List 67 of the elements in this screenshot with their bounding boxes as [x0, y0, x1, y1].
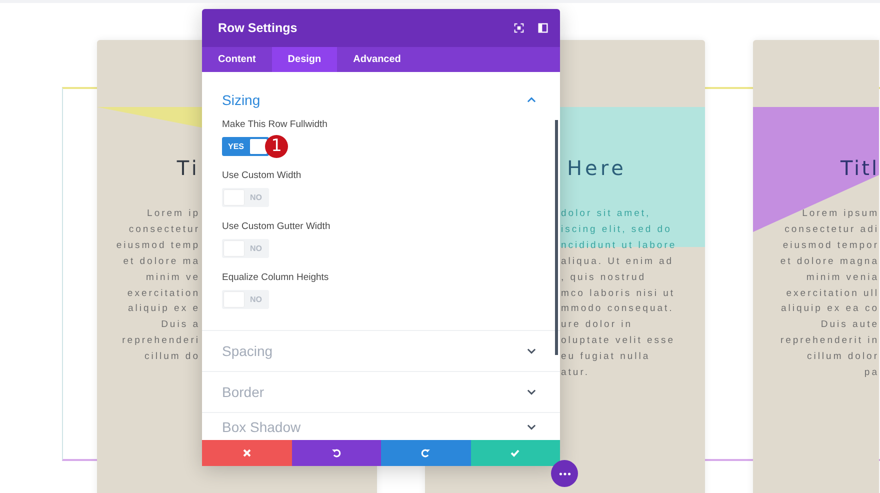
toggle-switch[interactable]: NO: [222, 239, 269, 258]
toggle-switch[interactable]: NO: [222, 290, 269, 309]
body-text-line: Lorem ipsum: [801, 207, 879, 221]
body-text-line: iscing elit, sed do: [561, 222, 673, 237]
chevron-down-icon: [527, 424, 536, 430]
body-text-line: mmodo consequat.: [561, 302, 675, 316]
card-title: Titl: [839, 155, 879, 182]
body-text-line: mco laboris nisi ut: [561, 286, 676, 301]
body-text-line: et dolore ma: [122, 254, 200, 269]
card-title: Ti: [176, 155, 200, 182]
setting-label: Make This Row Fullwidth: [222, 118, 328, 132]
body-text-line: Duis aute: [820, 318, 879, 332]
chevron-up-icon: [527, 97, 536, 103]
chevron-down-icon: [527, 389, 536, 395]
section-header[interactable]: Sizing: [202, 72, 560, 118]
section-header[interactable]: Spacing: [202, 331, 560, 371]
body-text-line: atur.: [561, 366, 590, 380]
body-text-line: consectetur adi: [784, 222, 879, 237]
redo-icon: [420, 448, 431, 458]
more-icon: [558, 472, 570, 476]
tab[interactable]: Advanced: [337, 47, 417, 72]
body-text-line: Lorem ip: [146, 207, 200, 221]
toggle-switch[interactable]: YES: [222, 137, 269, 156]
body-text-line: exercitation ull: [785, 286, 879, 301]
body-text-line: reprehenderi: [121, 334, 200, 348]
fullscreen-icon[interactable]: [514, 23, 524, 33]
body-text-line: minim venia: [805, 270, 879, 285]
body-text-line: aliqua. Ut enim ad: [561, 254, 675, 269]
discard-button[interactable]: [202, 440, 292, 466]
body-text-line: eu fugiat nulla: [561, 350, 652, 364]
body-text-line: pa: [863, 366, 879, 380]
setting-label: Use Custom Width: [222, 169, 302, 183]
scrollbar[interactable]: [555, 120, 558, 355]
chevron-down-icon: [527, 348, 536, 354]
check-icon: [510, 448, 520, 458]
redo-button[interactable]: [381, 440, 470, 466]
card-title: Here: [566, 155, 628, 182]
section-header[interactable]: Box Shadow: [202, 413, 560, 440]
body-text-line: ure dolor in: [561, 318, 634, 332]
body-text-line: ncididunt ut labore: [561, 238, 678, 253]
body-text-line: oluptate velit esse: [561, 334, 676, 348]
section-header[interactable]: Border: [202, 372, 560, 412]
body-text-line: et dolore magna: [779, 254, 879, 269]
body-text-line: aliquip ex e: [126, 302, 200, 316]
modal-title: Row Settings: [218, 21, 298, 35]
body-text-line: consectetur: [128, 222, 200, 237]
body-text-line: dolor sit amet,: [561, 207, 652, 221]
body-text-line: cillum dolor: [806, 350, 879, 364]
sidebar-icon[interactable]: [538, 23, 548, 33]
close-icon: [242, 448, 252, 458]
setting-label: Equalize Column Heights: [222, 271, 330, 285]
undo-icon: [331, 448, 342, 458]
body-text-line: Duis a: [160, 318, 200, 332]
body-text-line: aliquip ex ea co: [780, 302, 879, 316]
body-text-line: exercitation: [126, 286, 200, 301]
tab[interactable]: Design: [272, 47, 338, 72]
body-text-line: reprehenderit in: [779, 334, 879, 348]
step-number-badge: 1: [265, 135, 288, 158]
undo-button[interactable]: [292, 440, 381, 466]
body-text-line: , quis nostrud: [561, 270, 648, 285]
body-text-line: cillum do: [144, 350, 200, 364]
tab[interactable]: Content: [202, 47, 272, 72]
setting-label: Use Custom Gutter Width: [222, 220, 332, 234]
toggle-switch[interactable]: NO: [222, 188, 269, 207]
body-text-line: eiusmod tempor: [782, 238, 879, 253]
body-text-line: eiusmod temp: [115, 238, 200, 253]
body-text-line: minim ve: [144, 270, 200, 285]
